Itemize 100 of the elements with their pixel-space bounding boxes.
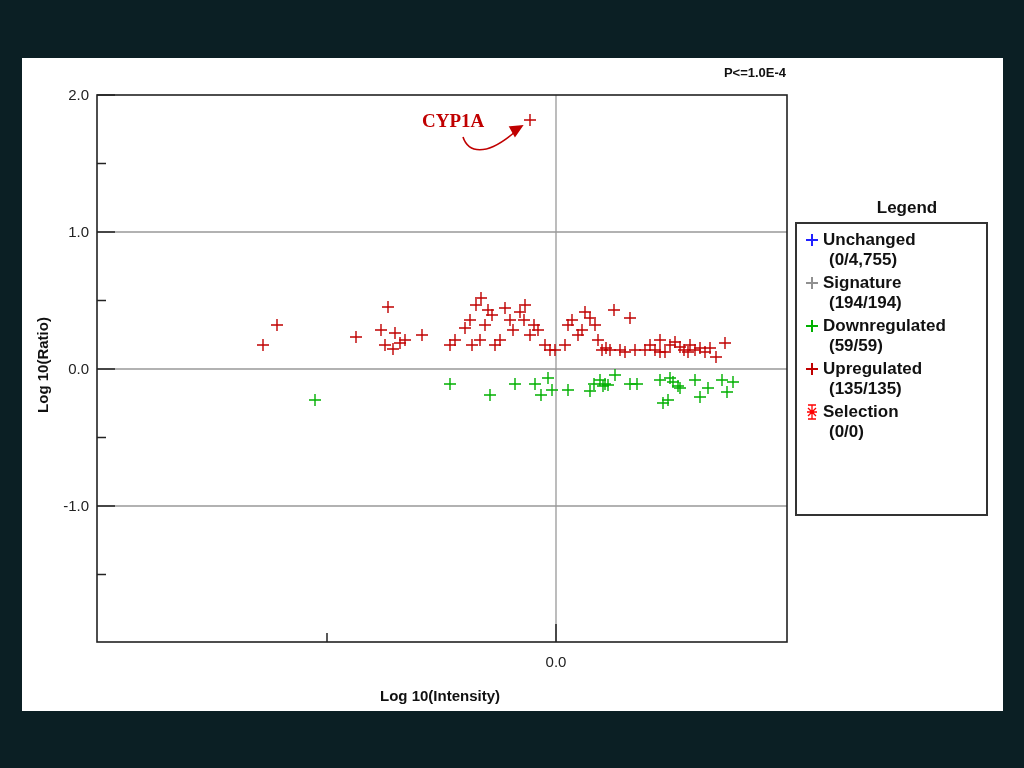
data-point <box>448 333 462 347</box>
data-point <box>668 335 682 349</box>
annotation-label: CYP1A <box>422 110 485 131</box>
y-tick-label: -1.0 <box>63 497 89 514</box>
data-point <box>698 345 712 359</box>
legend-count: (59/59) <box>828 336 884 356</box>
data-point <box>628 343 642 357</box>
data-point <box>661 393 675 407</box>
data-point <box>465 338 479 352</box>
data-point <box>548 343 562 357</box>
data-point <box>688 373 702 387</box>
data-point <box>374 323 388 337</box>
data-point <box>458 321 472 335</box>
data-point <box>688 343 702 357</box>
data-point <box>599 341 613 355</box>
data-point <box>398 333 412 347</box>
data-point <box>523 113 537 127</box>
data-point <box>393 336 407 350</box>
data-point <box>443 377 457 391</box>
data-point <box>541 371 555 385</box>
data-point <box>381 300 395 314</box>
data-point <box>528 377 542 391</box>
data-point <box>513 305 527 319</box>
data-point <box>618 345 632 359</box>
legend-count: (0/0) <box>828 422 865 442</box>
data-point <box>587 377 601 391</box>
x-tick-label: 0.0 <box>545 653 567 670</box>
data-point <box>534 388 548 402</box>
data-point <box>578 305 592 319</box>
data-point <box>308 393 322 407</box>
chart-title: P<=1.0E-4 <box>723 65 787 80</box>
legend-label: Unchanged <box>823 230 916 250</box>
data-point <box>575 323 589 337</box>
data-point <box>718 336 732 350</box>
y-tick-label: 1.0 <box>68 223 89 240</box>
data-point <box>561 318 575 332</box>
data-point <box>469 298 483 312</box>
data-point <box>485 308 499 322</box>
data-point <box>463 313 477 327</box>
data-point <box>663 338 677 352</box>
data-point <box>473 333 487 347</box>
data-point <box>701 381 715 395</box>
data-point <box>498 301 512 315</box>
data-point <box>561 383 575 397</box>
data-point <box>527 318 541 332</box>
data-point <box>638 343 652 357</box>
data-point <box>518 298 532 312</box>
data-point <box>591 333 605 347</box>
data-point <box>478 318 492 332</box>
x-axis-label: Log 10(Intensity) <box>380 687 500 704</box>
data-point <box>474 291 488 305</box>
data-point <box>693 341 707 355</box>
data-point <box>653 345 667 359</box>
data-point <box>488 338 502 352</box>
data-point <box>648 343 662 357</box>
data-point <box>703 341 717 355</box>
data-point <box>386 342 400 356</box>
data-point <box>720 385 734 399</box>
data-point <box>693 390 707 404</box>
data-point <box>673 340 687 354</box>
y-tick-label: 0.0 <box>68 360 89 377</box>
legend-count: (0/4,755) <box>828 250 899 270</box>
data-point <box>715 373 729 387</box>
data-point <box>523 328 537 342</box>
data-point <box>388 326 402 340</box>
data-point <box>726 375 740 389</box>
data-point <box>349 330 363 344</box>
legend-label: Downregulated <box>823 316 946 336</box>
data-point <box>681 345 695 359</box>
data-point <box>538 338 552 352</box>
annotation-arrow <box>462 125 524 151</box>
data-point <box>663 371 677 385</box>
data-point <box>630 377 644 391</box>
data-point <box>378 338 392 352</box>
data-point <box>613 343 627 357</box>
legend-label: Upregulated <box>823 359 923 379</box>
data-point <box>256 338 270 352</box>
data-point <box>565 313 579 327</box>
data-point <box>503 313 517 327</box>
data-point <box>571 328 585 342</box>
y-tick-label: 2.0 <box>68 86 89 103</box>
data-point <box>683 338 697 352</box>
data-point <box>517 313 531 327</box>
data-point <box>588 318 602 332</box>
data-point <box>531 323 545 337</box>
legend-label: Selection <box>823 402 899 422</box>
data-point <box>709 350 723 364</box>
legend-count: (194/194) <box>828 293 903 313</box>
data-point <box>481 303 495 317</box>
legend-title: Legend <box>875 198 939 218</box>
data-point <box>643 338 657 352</box>
data-point <box>506 323 520 337</box>
data-point <box>415 328 429 342</box>
legend-label: Signature <box>823 273 902 293</box>
data-point <box>623 311 637 325</box>
data-point <box>666 375 680 389</box>
data-point <box>653 333 667 347</box>
data-point <box>603 343 617 357</box>
data-point <box>545 383 559 397</box>
data-point <box>656 396 670 410</box>
